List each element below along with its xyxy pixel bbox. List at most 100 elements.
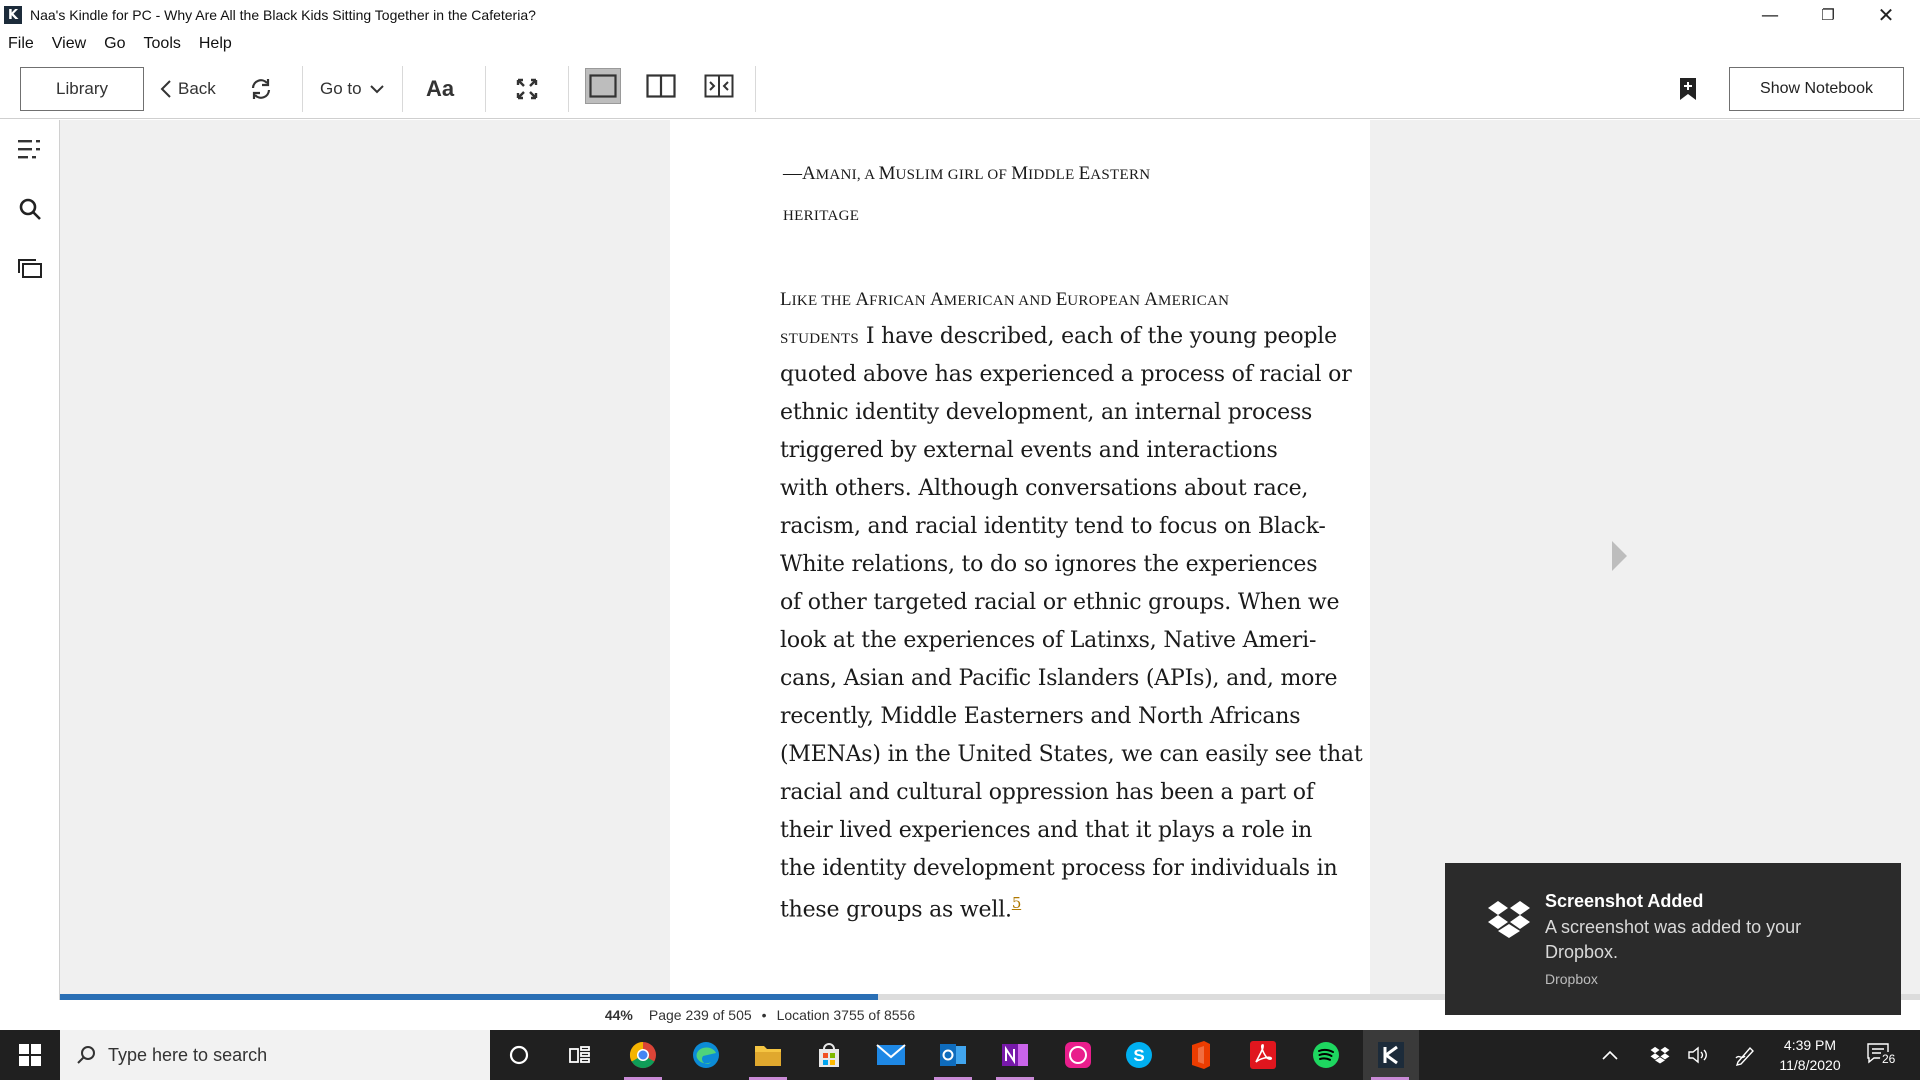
body-line: the identity development process for ind… bbox=[780, 856, 1338, 881]
progress-percent: 44% bbox=[604, 1007, 633, 1023]
outlook-icon[interactable] bbox=[928, 1035, 978, 1080]
location-indicator: Location 3755 of 8556 bbox=[776, 1007, 916, 1023]
two-column-icon bbox=[646, 74, 676, 98]
action-center-icon[interactable]: 26 bbox=[1866, 1042, 1902, 1070]
toolbar-divider bbox=[302, 66, 303, 112]
font-settings-button[interactable]: Aa bbox=[426, 67, 454, 111]
sync-button[interactable] bbox=[246, 67, 276, 111]
minimize-button[interactable]: — bbox=[1741, 0, 1799, 30]
toolbar-divider bbox=[485, 66, 486, 112]
start-button[interactable] bbox=[0, 1030, 60, 1080]
single-column-button[interactable] bbox=[585, 68, 621, 104]
two-column-button[interactable] bbox=[643, 68, 679, 104]
dropbox-tray-icon[interactable] bbox=[1645, 1035, 1675, 1075]
chevron-left-icon bbox=[160, 80, 171, 98]
volume-icon[interactable] bbox=[1683, 1035, 1713, 1075]
toolbar-divider bbox=[568, 66, 569, 112]
search-placeholder: Type here to search bbox=[108, 1044, 268, 1065]
window-title: Naa's Kindle for PC - Why Are All the Bl… bbox=[30, 7, 536, 23]
body-line: their lived experiences and that it play… bbox=[780, 818, 1313, 843]
chrome-icon[interactable] bbox=[618, 1035, 668, 1080]
body-line: triggered by external events and interac… bbox=[780, 438, 1278, 463]
footnote-link[interactable]: 5 bbox=[1012, 894, 1022, 912]
library-label: Library bbox=[56, 79, 108, 98]
library-button[interactable]: Library bbox=[20, 67, 144, 111]
page-flip-button[interactable] bbox=[701, 68, 737, 104]
fullscreen-icon bbox=[516, 78, 538, 100]
spotify-icon[interactable] bbox=[1301, 1035, 1351, 1075]
close-button[interactable]: ✕ bbox=[1857, 0, 1915, 30]
menu-bar: File View Go Tools Help bbox=[0, 30, 1920, 58]
edge-icon[interactable] bbox=[681, 1035, 731, 1075]
single-column-icon bbox=[589, 74, 617, 98]
body-line: quoted above has experienced a process o… bbox=[780, 362, 1352, 387]
flashcards-icon[interactable] bbox=[16, 255, 44, 283]
skype-icon[interactable]: S bbox=[1114, 1035, 1164, 1075]
show-notebook-label: Show Notebook bbox=[1760, 80, 1873, 97]
file-explorer-icon[interactable] bbox=[743, 1035, 793, 1080]
body-line: recently, Middle Easterners and North Af… bbox=[780, 704, 1301, 729]
restore-button[interactable]: ❐ bbox=[1799, 0, 1857, 30]
body-line: (MENAs) in the United States, we can eas… bbox=[780, 742, 1363, 767]
back-button[interactable]: Back bbox=[160, 67, 216, 111]
bookmark-add-icon bbox=[1680, 78, 1696, 100]
mail-icon[interactable] bbox=[866, 1035, 916, 1075]
epigraph-attribution: —AMANI, A MUSLIM GIRL OF MIDDLE EASTERN bbox=[783, 163, 1151, 184]
notification-count: 26 bbox=[1880, 1052, 1898, 1066]
toolbar-divider bbox=[402, 66, 403, 112]
go-to-button[interactable]: Go to bbox=[320, 67, 384, 111]
page-flip-icon bbox=[704, 74, 734, 98]
kindle-icon[interactable] bbox=[1363, 1030, 1419, 1080]
office-icon[interactable] bbox=[1176, 1035, 1226, 1075]
book-page[interactable]: —AMANI, A MUSLIM GIRL OF MIDDLE EASTERN … bbox=[670, 120, 1370, 994]
menu-help[interactable]: Help bbox=[199, 35, 232, 53]
sync-icon bbox=[251, 79, 271, 99]
menu-view[interactable]: View bbox=[52, 35, 86, 53]
chevron-up-icon[interactable] bbox=[1595, 1035, 1625, 1075]
menu-tools[interactable]: Tools bbox=[144, 35, 181, 53]
title-bar: K Naa's Kindle for PC - Why Are All the … bbox=[0, 0, 1920, 30]
epigraph-attribution-line-2: HERITAGE bbox=[783, 208, 860, 224]
store-icon[interactable] bbox=[804, 1035, 854, 1075]
body-line: of other targeted racial or ethnic group… bbox=[780, 590, 1340, 615]
body-line: STUDENTS I have described, each of the y… bbox=[780, 324, 1337, 349]
body-line: White relations, to do so ignores the ex… bbox=[780, 552, 1318, 577]
body-line: cans, Asian and Pacific Islanders (APIs)… bbox=[780, 666, 1338, 691]
clock-date: 11/8/2020 bbox=[1779, 1057, 1841, 1073]
pen-workspace-icon[interactable] bbox=[1730, 1035, 1760, 1075]
dropbox-icon bbox=[1488, 901, 1530, 938]
reader-sidebar bbox=[0, 120, 60, 1000]
cortana-icon[interactable] bbox=[494, 1035, 544, 1075]
page-indicator: Page 239 of 505 bbox=[648, 1007, 752, 1023]
taskbar-search-box[interactable]: Type here to search bbox=[60, 1030, 490, 1080]
body-line: these groups as well.5 bbox=[780, 894, 1022, 923]
chevron-down-icon bbox=[369, 85, 384, 94]
back-label: Back bbox=[178, 79, 216, 98]
acrobat-icon[interactable] bbox=[1238, 1035, 1288, 1075]
menu-go[interactable]: Go bbox=[104, 35, 125, 53]
whatsapp-icon[interactable] bbox=[1053, 1035, 1103, 1075]
notification-title: Screenshot Added bbox=[1545, 891, 1704, 911]
bookmark-button[interactable] bbox=[1676, 74, 1700, 104]
dropbox-notification[interactable]: Screenshot Added A screenshot was added … bbox=[1445, 863, 1901, 1015]
next-page-arrow-icon[interactable] bbox=[1612, 541, 1627, 571]
taskbar-clock[interactable]: 4:39 PM 11/8/2020 bbox=[1770, 1035, 1850, 1075]
notification-source: Dropbox bbox=[1545, 971, 1598, 987]
task-view-icon[interactable] bbox=[555, 1035, 605, 1075]
paragraph-lead-in: LIKE THE AFRICAN AMERICAN AND EUROPEAN A… bbox=[780, 289, 1230, 310]
search-icon[interactable] bbox=[16, 195, 44, 223]
body-line: ethnic identity development, an internal… bbox=[780, 400, 1313, 425]
table-of-contents-icon[interactable] bbox=[16, 135, 44, 163]
show-notebook-button[interactable]: Show Notebook bbox=[1729, 67, 1904, 111]
fullscreen-button[interactable] bbox=[510, 67, 544, 111]
body-line: racism, and racial identity tend to focu… bbox=[780, 514, 1326, 539]
body-line: with others. Although conversations abou… bbox=[780, 476, 1309, 501]
onenote-icon[interactable] bbox=[990, 1035, 1040, 1080]
windows-taskbar: Type here to search S 4:39 PM 11/8/2020 … bbox=[0, 1030, 1920, 1080]
clock-time: 4:39 PM bbox=[1783, 1037, 1837, 1053]
svg-text:S: S bbox=[1133, 1046, 1144, 1065]
menu-file[interactable]: File bbox=[8, 35, 34, 53]
status-separator: • bbox=[761, 1007, 767, 1023]
go-to-label: Go to bbox=[320, 79, 362, 98]
notification-message: A screenshot was added to your Dropbox. bbox=[1545, 917, 1802, 962]
